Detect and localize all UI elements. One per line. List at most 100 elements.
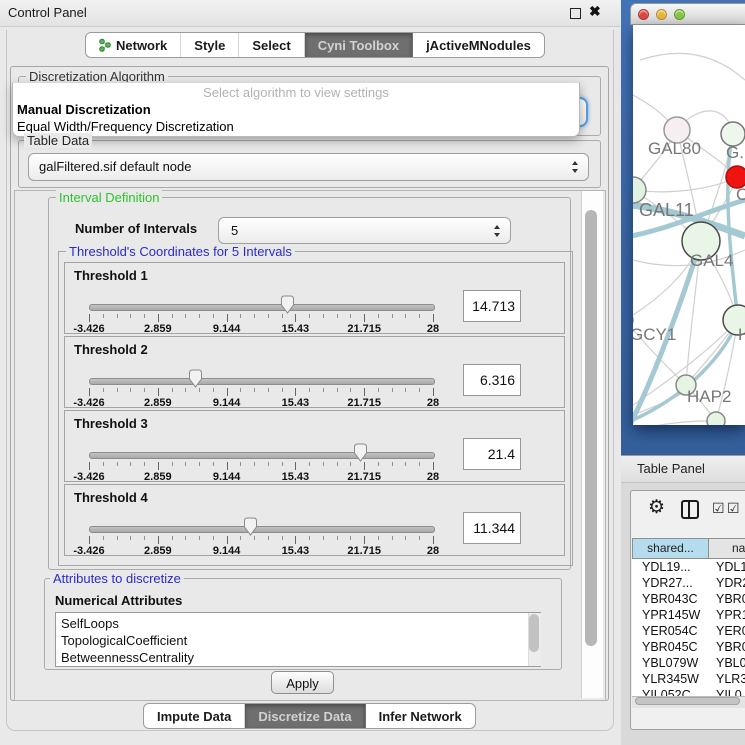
scale-label: 15.43	[282, 545, 310, 557]
table-row[interactable]: YBR043CYBR0...	[632, 591, 745, 607]
close-traffic-light-icon[interactable]	[638, 9, 649, 20]
table-data-combobox[interactable]: galFiltered.sif default node	[28, 153, 589, 181]
tick-mark	[378, 388, 379, 392]
algorithm-option[interactable]: Manual Discretization	[13, 101, 579, 118]
tick-mark	[254, 462, 255, 466]
table-hscrollbar-thumb[interactable]	[635, 697, 740, 705]
tab-select[interactable]: Select	[239, 33, 304, 57]
table-rows[interactable]: YDL19...YDL1...YDR27...YDR2...YBR043CYBR…	[632, 559, 745, 703]
numerical-attributes-list[interactable]: SelfLoopsTopologicalCoefficientBetweenne…	[55, 612, 541, 667]
tick-mark	[185, 388, 186, 392]
threshold-label: Threshold 4	[74, 490, 148, 505]
threshold-value-field[interactable]	[463, 512, 521, 544]
tick-mark	[350, 388, 351, 392]
tick-mark	[227, 388, 228, 396]
attribute-list-item[interactable]: BetweennessCentrality	[56, 649, 540, 666]
tab-impute-data[interactable]: Impute Data	[144, 704, 245, 728]
attributes-scrollbar-thumb[interactable]	[529, 614, 539, 652]
tick-mark	[89, 536, 90, 544]
table-row[interactable]: YPR145WYPR1...	[632, 607, 745, 623]
checkbox-icon[interactable]: ☑	[727, 500, 740, 517]
threshold-panel: Threshold 4-3.4262.8599.14415.4321.71528	[64, 484, 565, 556]
tick-mark	[337, 388, 338, 392]
scale-label: 15.43	[282, 471, 310, 483]
threshold-value-field[interactable]	[463, 290, 521, 322]
tick-mark	[227, 536, 228, 544]
table-data-value: galFiltered.sif default node	[39, 154, 191, 180]
threshold-slider-track[interactable]	[89, 452, 435, 459]
cell-name: YBR0...	[709, 591, 745, 607]
algorithm-dropdown-popup: Select algorithm to view settings Manual…	[12, 82, 580, 137]
checkbox-icon[interactable]: ☑	[712, 500, 725, 517]
network-graph: GAL80 G... C... GAL11 GAL4 GCY1 H... HAP…	[633, 25, 745, 425]
slider-thumb[interactable]	[280, 295, 295, 314]
tick-mark	[419, 314, 420, 318]
control-panel-title: Control Panel	[8, 5, 87, 20]
tick-mark	[213, 536, 214, 540]
threshold-value-field[interactable]	[463, 364, 521, 396]
attribute-list-item[interactable]: TopologicalCoefficient	[56, 632, 540, 649]
threshold-slider-track[interactable]	[89, 378, 435, 385]
settings-scrollbar-thumb[interactable]	[585, 210, 597, 646]
tick-mark	[130, 314, 131, 318]
table-row[interactable]: YBR045CYBR0...	[632, 639, 745, 655]
tick-mark	[172, 388, 173, 392]
tab-label: Network	[116, 38, 167, 53]
tab-infer-network[interactable]: Infer Network	[366, 704, 475, 728]
tab-jactivemnodules[interactable]: jActiveMNodules	[413, 33, 544, 57]
table-panel-title: Table Panel	[637, 461, 705, 476]
cell-name: YBR0...	[709, 639, 745, 655]
cell-shared-name: YBR045C	[632, 639, 709, 655]
tick-mark	[199, 462, 200, 466]
tab-discretize-data[interactable]: Discretize Data	[245, 704, 365, 728]
apply-button[interactable]: Apply	[271, 671, 334, 694]
cell-name: YER0...	[709, 623, 745, 639]
tick-mark	[282, 462, 283, 466]
node-bottom[interactable]	[707, 412, 725, 425]
tab-cyni-toolbox[interactable]: Cyni Toolbox	[305, 33, 413, 57]
threshold-slider-track[interactable]	[89, 304, 435, 311]
zoom-traffic-light-icon[interactable]	[674, 9, 685, 20]
tick-mark	[89, 462, 90, 470]
table-row[interactable]: YBL079WYBL0...	[632, 655, 745, 671]
close-icon[interactable]: ✖	[589, 3, 601, 20]
tick-mark	[295, 462, 296, 470]
column-header-name[interactable]: na...	[709, 538, 745, 559]
table-row[interactable]: YDL19...YDL1...	[632, 559, 745, 575]
tick-mark	[323, 388, 324, 392]
algorithm-placeholder-option[interactable]: Select algorithm to view settings	[13, 84, 579, 101]
scale-label: 9.144	[213, 471, 241, 483]
minimize-traffic-light-icon[interactable]	[656, 9, 667, 20]
threshold-slider-track[interactable]	[89, 526, 435, 533]
tab-label: Cyni Toolbox	[318, 38, 399, 53]
slider-thumb[interactable]	[188, 369, 203, 388]
columns-icon[interactable]	[681, 500, 699, 519]
algorithm-option[interactable]: Equal Width/Frequency Discretization	[13, 118, 579, 135]
slider-ticks	[89, 462, 434, 471]
attribute-list-item[interactable]: SelfLoops	[56, 615, 540, 632]
tab-style[interactable]: Style	[181, 33, 239, 57]
network-view-canvas[interactable]: GAL80 G... C... GAL11 GAL4 GCY1 H... HAP…	[633, 25, 745, 425]
slider-thumb[interactable]	[243, 517, 258, 536]
control-panel-titlebar	[0, 0, 620, 27]
tick-mark	[130, 462, 131, 466]
slider-thumb[interactable]	[353, 443, 368, 462]
tick-mark	[350, 536, 351, 540]
node-label-h: H...	[738, 325, 745, 344]
number-of-intervals-combobox[interactable]: 5	[218, 217, 511, 244]
tick-mark	[405, 314, 406, 318]
tick-mark	[268, 462, 269, 466]
table-row[interactable]: YLR345WYLR3...	[632, 671, 745, 687]
threshold-label: Threshold 3	[74, 416, 148, 431]
node-label-gcy1: GCY1	[633, 325, 676, 344]
gear-icon[interactable]: ⚙	[648, 496, 665, 519]
table-row[interactable]: YDR27...YDR2...	[632, 575, 745, 591]
table-row[interactable]: YER054CYER0...	[632, 623, 745, 639]
tick-mark	[158, 462, 159, 470]
threshold-value-field[interactable]	[463, 438, 521, 470]
column-header-shared-name[interactable]: shared...	[632, 538, 709, 559]
float-window-icon[interactable]	[570, 8, 581, 19]
cell-name: YBL0...	[709, 655, 745, 671]
network-window-titlebar[interactable]	[630, 3, 745, 25]
tab-network[interactable]: Network	[86, 33, 181, 57]
